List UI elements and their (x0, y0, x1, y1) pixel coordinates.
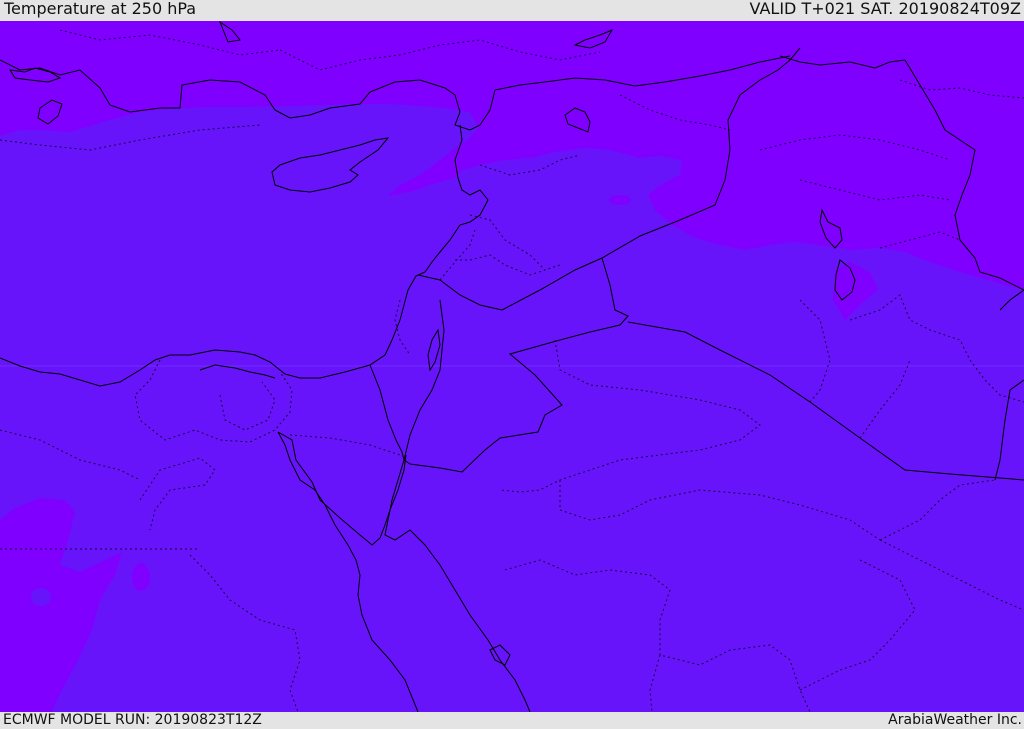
cold-pocket-small-2 (31, 588, 51, 606)
model-run: ECMWF MODEL RUN: 20190823T12Z (3, 712, 262, 728)
valid-time: VALID T+021 SAT. 20190824T09Z (749, 0, 1021, 18)
map-svg (0, 21, 1024, 712)
map-footer: ECMWF MODEL RUN: 20190823T12Z ArabiaWeat… (0, 712, 1024, 729)
credit: ArabiaWeather Inc. (888, 712, 1022, 728)
map-header: Temperature at 250 hPa VALID T+021 SAT. … (0, 0, 1024, 21)
temperature-field-cold-pocket (609, 195, 631, 205)
cold-pocket-small-1 (132, 563, 150, 591)
weather-map (0, 21, 1024, 712)
map-title: Temperature at 250 hPa (4, 0, 197, 18)
